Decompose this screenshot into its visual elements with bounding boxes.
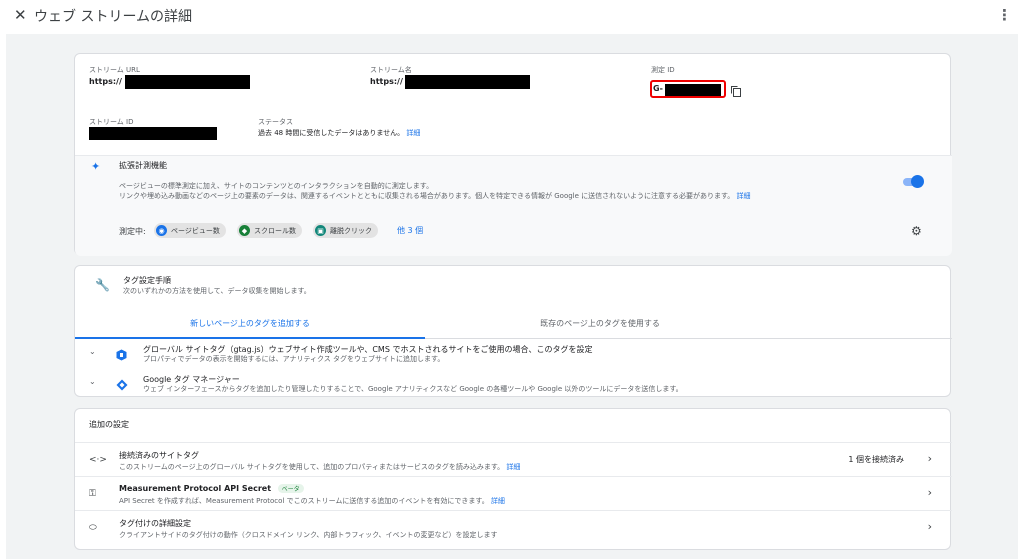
status-label: ステータス (258, 118, 293, 126)
row-connected-desc-text: このストリームのページ上のグローバル サイトタグを使用して、追加のプロパティまた… (119, 463, 505, 471)
option-gtag[interactable]: ⌄ グローバル サイトタグ（gtag.js）ウェブサイト作成ツールや、CMS で… (75, 339, 952, 369)
tag-manager-icon (116, 376, 128, 391)
chevron-right-icon[interactable]: › (928, 520, 932, 533)
close-icon[interactable]: ✕ (14, 6, 27, 24)
stream-url-label: ストリーム URL (89, 66, 140, 74)
tag-setup-card: 🔧 タグ設定手順 次のいずれかの方法を使用して、データ収集を開始します。 新しい… (74, 265, 952, 399)
redacted-name (405, 75, 530, 89)
measurement-id-label: 測定 ID (651, 66, 675, 74)
label-icon: ⬭ (89, 523, 97, 533)
status-details-link[interactable]: 詳細 (406, 129, 420, 137)
chip-scrolls: ◆ スクロール数 (237, 223, 302, 238)
gtag-icon (116, 346, 127, 361)
measuring-label: 測定中: (119, 227, 146, 236)
enhanced-measurement-section: ✦ 拡張計測機能 ページビューの標準測定に加え、サイトのコンテンツとのインタラク… (75, 155, 952, 256)
row-tagging-desc: クライアントサイドのタグ付けの動作（クロスドメイン リンク、内部トラフィック、イ… (119, 531, 498, 539)
chip-pageviews-label: ページビュー数 (171, 226, 220, 235)
enhanced-details-link[interactable]: 詳細 (737, 192, 751, 200)
chip-outbound-clicks: ▣ 離脱クリック (313, 223, 378, 238)
lock-icon: ▣ (315, 225, 326, 236)
enhanced-desc-2-text: リンクや埋め込み動画などのページ上の要素のデータは、関連するイベントとともに収集… (119, 192, 735, 200)
chevron-down-icon[interactable]: ⌄ (89, 347, 96, 356)
redacted-measurement-id (665, 84, 721, 96)
row-connected-title: 接続済みのサイトタグ (119, 451, 199, 460)
row-mp-desc-text: API Secret を作成すれば、Measurement Protocol で… (119, 497, 489, 505)
redacted-url (125, 75, 250, 89)
row-connected-desc: このストリームのページ上のグローバル サイトタグを使用して、追加のプロパティまた… (119, 462, 520, 472)
chevron-right-icon[interactable]: › (928, 452, 932, 465)
row-mp-link[interactable]: 詳細 (491, 497, 505, 505)
row-connected-link[interactable]: 詳細 (506, 463, 520, 471)
row-mp-title-text: Measurement Protocol API Secret (119, 484, 272, 493)
key-icon: ⚿ (89, 489, 96, 499)
stream-name-value: https:// (370, 77, 403, 86)
more-vert-icon[interactable]: ⋮ (997, 6, 1012, 24)
stream-details-card: ストリーム URL https:// ストリーム名 https:// 測定 ID… (74, 53, 952, 256)
option-gtm-desc: ウェブ インターフェースからタグを追加したり管理したりすることで、Google … (143, 385, 683, 393)
main-content: ストリーム URL https:// ストリーム名 https:// 測定 ID… (6, 34, 1018, 559)
additional-settings-title: 追加の設定 (89, 420, 129, 429)
enhanced-measurement-title: 拡張計測機能 (119, 161, 167, 170)
chevron-right-icon[interactable]: › (928, 486, 932, 499)
gear-icon[interactable]: ⚙ (911, 224, 922, 238)
top-bar: ✕ ウェブ ストリームの詳細 ⋮ (0, 0, 1024, 32)
tab-existing-tag[interactable]: 既存のページ上のタグを使用する (425, 318, 775, 329)
tag-setup-subtitle: 次のいずれかの方法を使用して、データ収集を開始します。 (123, 287, 311, 295)
stream-url-value: https:// (89, 77, 122, 86)
additional-settings-card: 追加の設定 <·> 接続済みのサイトタグ このストリームのページ上のグローバル … (74, 408, 952, 550)
status-text: 過去 48 時間に受信したデータはありません。 詳細 (258, 128, 420, 138)
chip-outbound-label: 離脱クリック (330, 226, 372, 235)
measurement-id-value: G- (653, 84, 663, 93)
row-mp-desc: API Secret を作成すれば、Measurement Protocol で… (119, 496, 505, 506)
row-measurement-protocol[interactable]: ⚿ Measurement Protocol API Secret ベータ AP… (75, 476, 952, 510)
page-title: ウェブ ストリームの詳細 (34, 9, 193, 25)
row-tagging-title: タグ付けの詳細設定 (119, 519, 191, 528)
copy-icon[interactable] (730, 82, 742, 97)
tab-new-tag[interactable]: 新しいページ上のタグを追加する (75, 318, 425, 329)
stream-id-label: ストリーム ID (89, 118, 134, 126)
beta-badge: ベータ (277, 484, 304, 493)
sparkle-icon: ✦ (91, 160, 101, 173)
tag-setup-title: タグ設定手順 (123, 276, 171, 285)
status-message: 過去 48 時間に受信したデータはありません。 (258, 129, 405, 137)
option-gtag-desc: プロパティでデータの表示を開始するには、アナリティクス タグをウェブサイトに追加… (143, 355, 445, 363)
chip-scrolls-label: スクロール数 (254, 226, 296, 235)
code-icon: <·> (89, 455, 107, 465)
row-tagging-settings[interactable]: ⬭ タグ付けの詳細設定 クライアントサイドのタグ付けの動作（クロスドメイン リン… (75, 510, 952, 544)
eye-icon: ◉ (156, 225, 167, 236)
chevron-down-icon[interactable]: ⌄ (89, 377, 96, 386)
redacted-stream-id (89, 127, 217, 140)
row-mp-title: Measurement Protocol API Secret ベータ (119, 484, 304, 493)
wrench-icon: 🔧 (95, 278, 110, 292)
option-gtm[interactable]: ⌄ Google タグ マネージャー ウェブ インターフェースからタグを追加した… (75, 369, 952, 399)
more-events-link[interactable]: 他 3 個 (397, 225, 423, 236)
enhanced-desc-2: リンクや埋め込み動画などのページ上の要素のデータは、関連するイベントとともに収集… (119, 191, 751, 201)
enhanced-desc-1: ページビューの標準測定に加え、サイトのコンテンツとのインタラクションを自動的に測… (119, 182, 434, 190)
stream-name-label: ストリーム名 (370, 66, 412, 74)
connected-count: 1 個を接続済み (848, 455, 904, 464)
scroll-icon: ◆ (239, 225, 250, 236)
row-connected-site-tags[interactable]: <·> 接続済みのサイトタグ このストリームのページ上のグローバル サイトタグを… (75, 442, 952, 476)
chip-pageviews: ◉ ページビュー数 (154, 223, 226, 238)
enhanced-toggle[interactable] (911, 175, 924, 188)
